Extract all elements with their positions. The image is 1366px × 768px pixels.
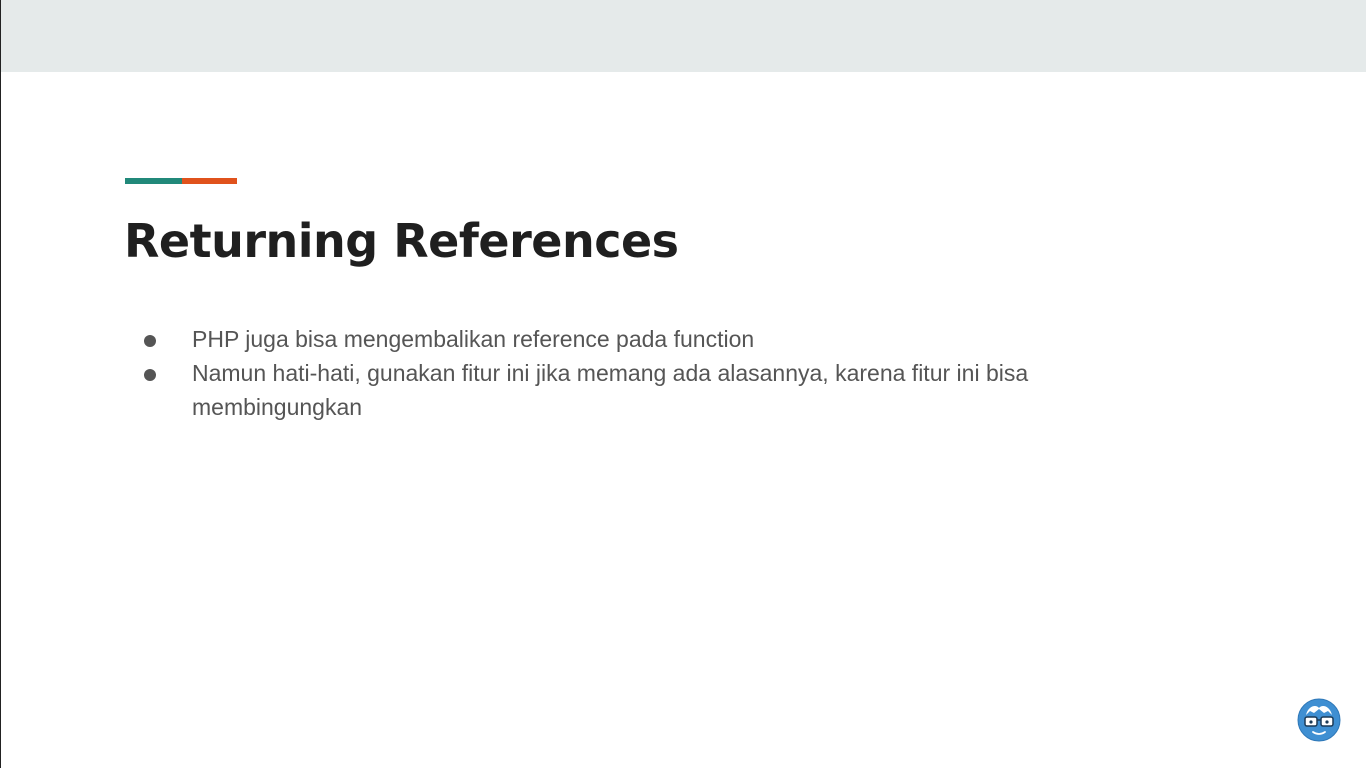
bullet-text: Namun hati-hati, gunakan fitur ini jika … — [192, 360, 1029, 420]
slide-title: Returning References — [124, 214, 679, 268]
bullet-dot-icon — [144, 335, 156, 347]
header-band — [1, 0, 1366, 72]
slide: Returning References PHP juga bisa menge… — [0, 0, 1366, 768]
bullet-text: PHP juga bisa mengembalikan reference pa… — [192, 326, 755, 352]
bullet-item: PHP juga bisa mengembalikan reference pa… — [142, 322, 1082, 356]
title-accent-bar — [125, 178, 237, 184]
bullet-dot-icon — [144, 369, 156, 381]
accent-orange-segment — [182, 178, 237, 184]
bullet-item: Namun hati-hati, gunakan fitur ini jika … — [142, 356, 1082, 424]
glasses-face-logo-icon — [1297, 698, 1341, 742]
bullet-list: PHP juga bisa mengembalikan reference pa… — [142, 322, 1082, 424]
accent-teal-segment — [125, 178, 182, 184]
